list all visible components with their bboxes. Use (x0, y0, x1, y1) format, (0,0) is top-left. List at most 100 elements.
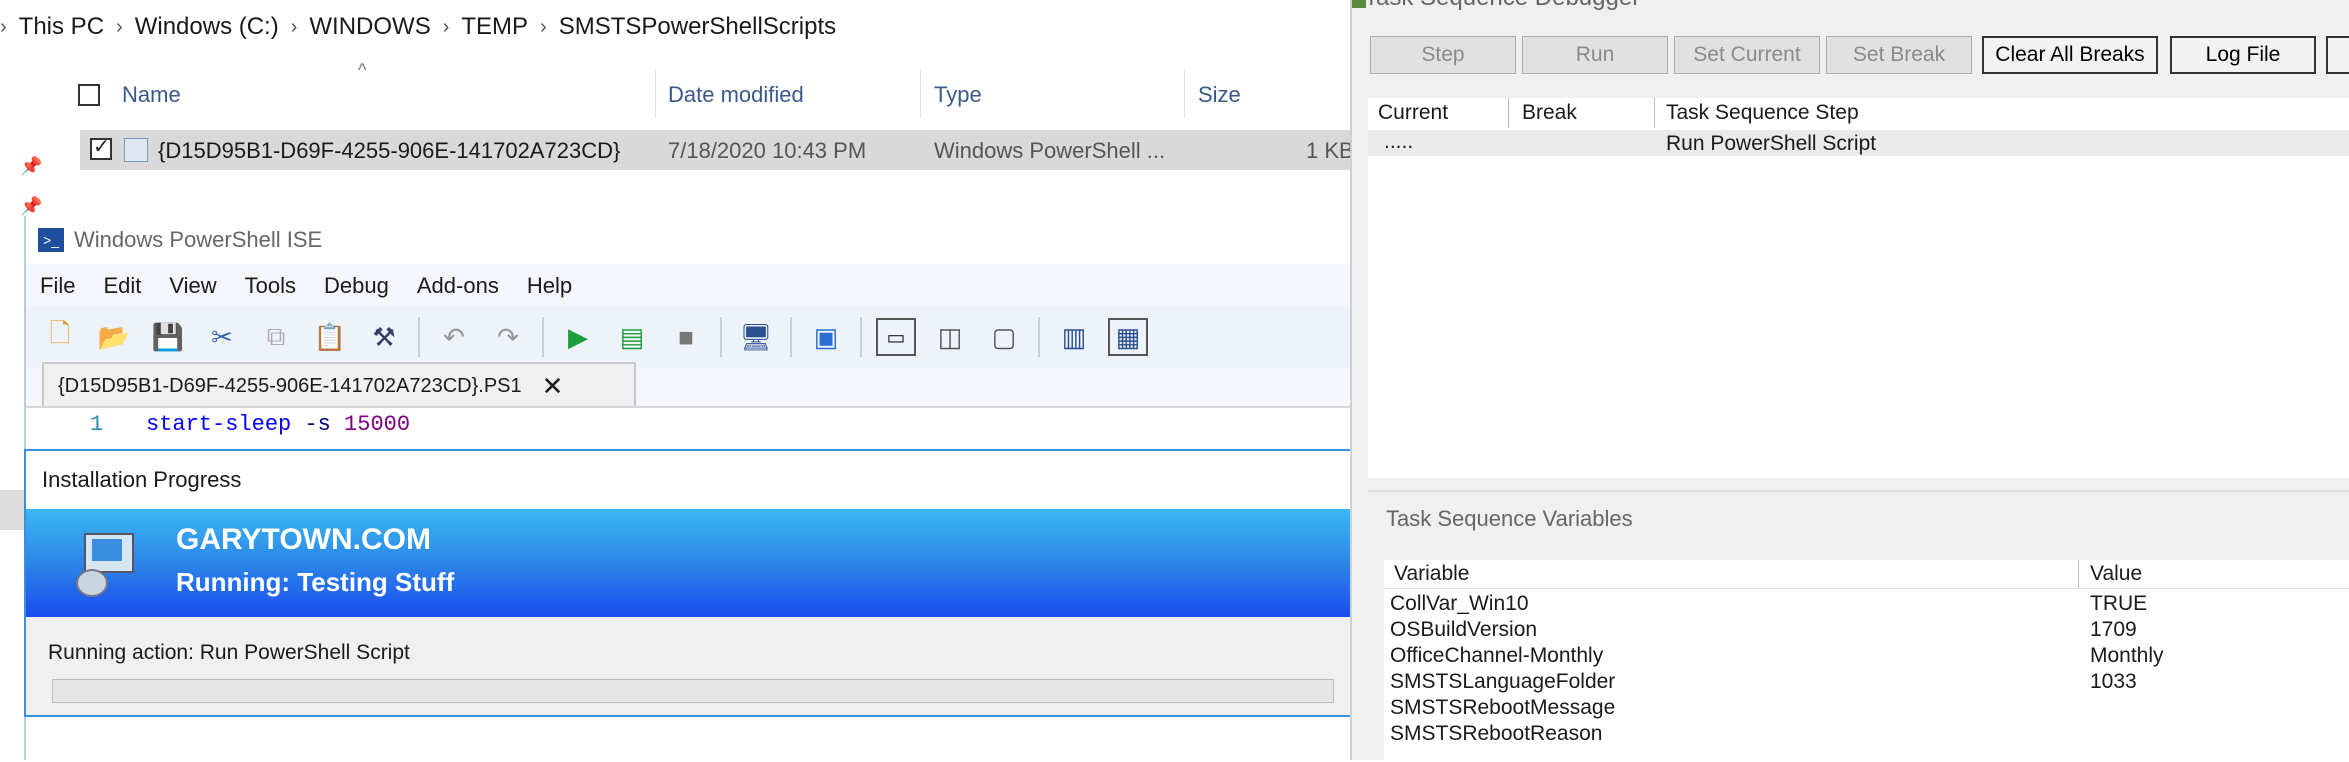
steps-list[interactable]: Current Break Task Sequence Step ..... R… (1368, 98, 2349, 478)
progress-title-bar[interactable]: Installation Progress (26, 451, 1352, 509)
menu-debug[interactable]: Debug (324, 273, 389, 299)
organization-name: GARYTOWN.COM (176, 523, 431, 556)
show-command-pane-icon[interactable]: ▥ (1054, 317, 1094, 357)
remote-powershell-icon[interactable]: 🖥 (736, 317, 776, 357)
variable-row[interactable]: OfficeChannel-Monthly Monthly (1384, 644, 2349, 670)
breadcrumb-temp[interactable]: TEMP (461, 13, 528, 41)
show-script-right-icon[interactable]: ◫ (930, 317, 970, 357)
new-file-icon[interactable]: 🗋 (40, 317, 80, 357)
progress-bar (52, 679, 1334, 703)
menu-tools[interactable]: Tools (245, 273, 296, 299)
show-script-top-icon[interactable]: ▭ (876, 318, 916, 356)
step-row[interactable]: ..... Run PowerShell Script (1368, 130, 2349, 156)
pin-icon[interactable]: 📌 (20, 196, 42, 217)
clear-all-breaks-button[interactable]: Clear All Breaks (1982, 36, 2158, 74)
menu-help[interactable]: Help (527, 273, 572, 299)
computer-setup-icon (74, 529, 140, 597)
column-header-break[interactable]: Break (1522, 98, 1577, 128)
ise-title-bar[interactable]: >_ Windows PowerShell ISE (26, 216, 1352, 264)
save-icon[interactable]: 💾 (148, 317, 188, 357)
redo-icon[interactable]: ↷ (488, 317, 528, 357)
column-header-step[interactable]: Task Sequence Step (1666, 98, 1859, 128)
column-divider[interactable] (1184, 70, 1185, 118)
column-header-type[interactable]: Type (934, 78, 982, 112)
cut-icon[interactable]: ✂ (202, 317, 242, 357)
chevron-right-icon: › (540, 15, 547, 38)
column-divider[interactable] (920, 70, 921, 118)
column-header-variable[interactable]: Variable (1394, 562, 1470, 586)
undo-icon[interactable]: ↶ (434, 317, 474, 357)
variable-row[interactable]: SMSTSRebootMessage (1384, 696, 2349, 722)
variables-list[interactable]: Variable Value CollVar_Win10 TRUE OSBuil… (1384, 560, 2349, 760)
file-name[interactable]: {D15D95B1-D69F-4255-906E-141702A723CD} (158, 138, 620, 164)
variables-title: Task Sequence Variables (1386, 506, 1633, 531)
variable-name: SMSTSRebootReason (1390, 722, 1603, 745)
toolbar-separator (1038, 317, 1040, 357)
tab-script[interactable]: {D15D95B1-D69F-4255-906E-141702A723CD}.P… (42, 362, 636, 408)
checkmark-icon: ✓ (93, 136, 110, 158)
variable-value: Monthly (2090, 644, 2164, 667)
column-header-name[interactable]: Name (122, 78, 181, 112)
toolbar-separator (720, 317, 722, 357)
stop-icon[interactable]: ■ (666, 317, 706, 357)
step-button[interactable]: Step (1370, 36, 1516, 74)
nav-pane-selection[interactable] (0, 490, 24, 530)
variable-name: SMSTSLanguageFolder (1390, 670, 1616, 693)
variable-row[interactable]: OSBuildVersion 1709 (1384, 618, 2349, 644)
menu-add-ons[interactable]: Add-ons (417, 273, 499, 299)
breadcrumb-this-pc[interactable]: This PC (19, 13, 104, 41)
run-script-icon[interactable]: ▶ (558, 317, 598, 357)
variable-row[interactable]: SMSTSRebootReason (1384, 722, 2349, 748)
column-divider[interactable] (1654, 98, 1655, 128)
menu-view[interactable]: View (169, 273, 216, 299)
run-button[interactable]: Run (1522, 36, 1668, 74)
chevron-right-icon: › (442, 15, 450, 38)
show-command-addon-icon[interactable]: ▦ (1108, 318, 1148, 356)
row-checkbox-checked[interactable]: ✓ (90, 136, 112, 160)
run-selection-icon[interactable]: ▤ (612, 317, 652, 357)
copy-icon[interactable]: ⧉ (256, 317, 296, 357)
variable-value: TRUE (2090, 592, 2148, 615)
start-powershell-icon[interactable]: ▣ (806, 317, 846, 357)
show-script-max-icon[interactable]: ▢ (984, 317, 1024, 357)
panel-divider[interactable] (1368, 490, 2349, 492)
file-row[interactable]: ✓ {D15D95B1-D69F-4255-906E-141702A723CD}… (80, 130, 1354, 170)
column-divider[interactable] (655, 70, 656, 118)
code-parameter: -s (304, 412, 331, 437)
column-divider[interactable] (2078, 560, 2079, 588)
close-icon[interactable]: ✕ (542, 371, 564, 402)
column-divider[interactable] (1508, 98, 1509, 128)
column-header-date-modified[interactable]: Date modified (668, 78, 804, 112)
variable-row[interactable]: SMSTSLanguageFolder 1033 (1384, 670, 2349, 696)
step-current-marker: ..... (1384, 130, 1414, 153)
paste-icon[interactable]: 📋 (310, 317, 350, 357)
toolbar-separator (542, 317, 544, 357)
code-command: start-sleep (146, 412, 292, 437)
breadcrumb-windows-drive[interactable]: Windows (C:) (135, 13, 279, 41)
log-file-button[interactable]: Log File (2170, 36, 2316, 74)
chevron-right-icon: › (0, 15, 7, 38)
chevron-right-icon: › (116, 15, 123, 38)
variable-row[interactable]: CollVar_Win10 TRUE (1384, 592, 2349, 618)
powershell-file-icon (124, 138, 148, 162)
select-all-checkbox[interactable] (78, 84, 100, 106)
column-header-value[interactable]: Value (2090, 562, 2142, 586)
set-current-button[interactable]: Set Current (1674, 36, 1820, 74)
overflow-button[interactable] (2326, 36, 2349, 74)
ise-title: Windows PowerShell ISE (74, 227, 323, 252)
open-folder-icon[interactable]: 📂 (94, 317, 134, 357)
menu-file[interactable]: File (40, 273, 75, 299)
breadcrumb[interactable]: › This PC › Windows (C:) › WINDOWS › TEM… (0, 12, 836, 42)
column-header-size[interactable]: Size (1198, 78, 1241, 112)
ise-toolbar: 🗋 📂 💾 ✂ ⧉ 📋 ⚒ ↶ ↷ ▶ ▤ ■ 🖥 ▣ ▭ ◫ ▢ ▥ ▦ (26, 306, 1352, 368)
pin-icon[interactable]: 📌 (20, 156, 42, 177)
set-break-button[interactable]: Set Break (1826, 36, 1972, 74)
tab-script-label: {D15D95B1-D69F-4255-906E-141702A723CD}.P… (58, 374, 522, 397)
debugger-title: Task Sequence Debugger (1364, 0, 1640, 12)
menu-edit[interactable]: Edit (103, 273, 141, 299)
breadcrumb-smsts-folder[interactable]: SMSTSPowerShellScripts (559, 13, 836, 41)
clear-console-icon[interactable]: ⚒ (364, 317, 404, 357)
breadcrumb-windows[interactable]: WINDOWS (309, 13, 430, 41)
code-line[interactable]: start-sleep -s 15000 (146, 412, 410, 437)
column-header-current[interactable]: Current (1378, 98, 1448, 128)
